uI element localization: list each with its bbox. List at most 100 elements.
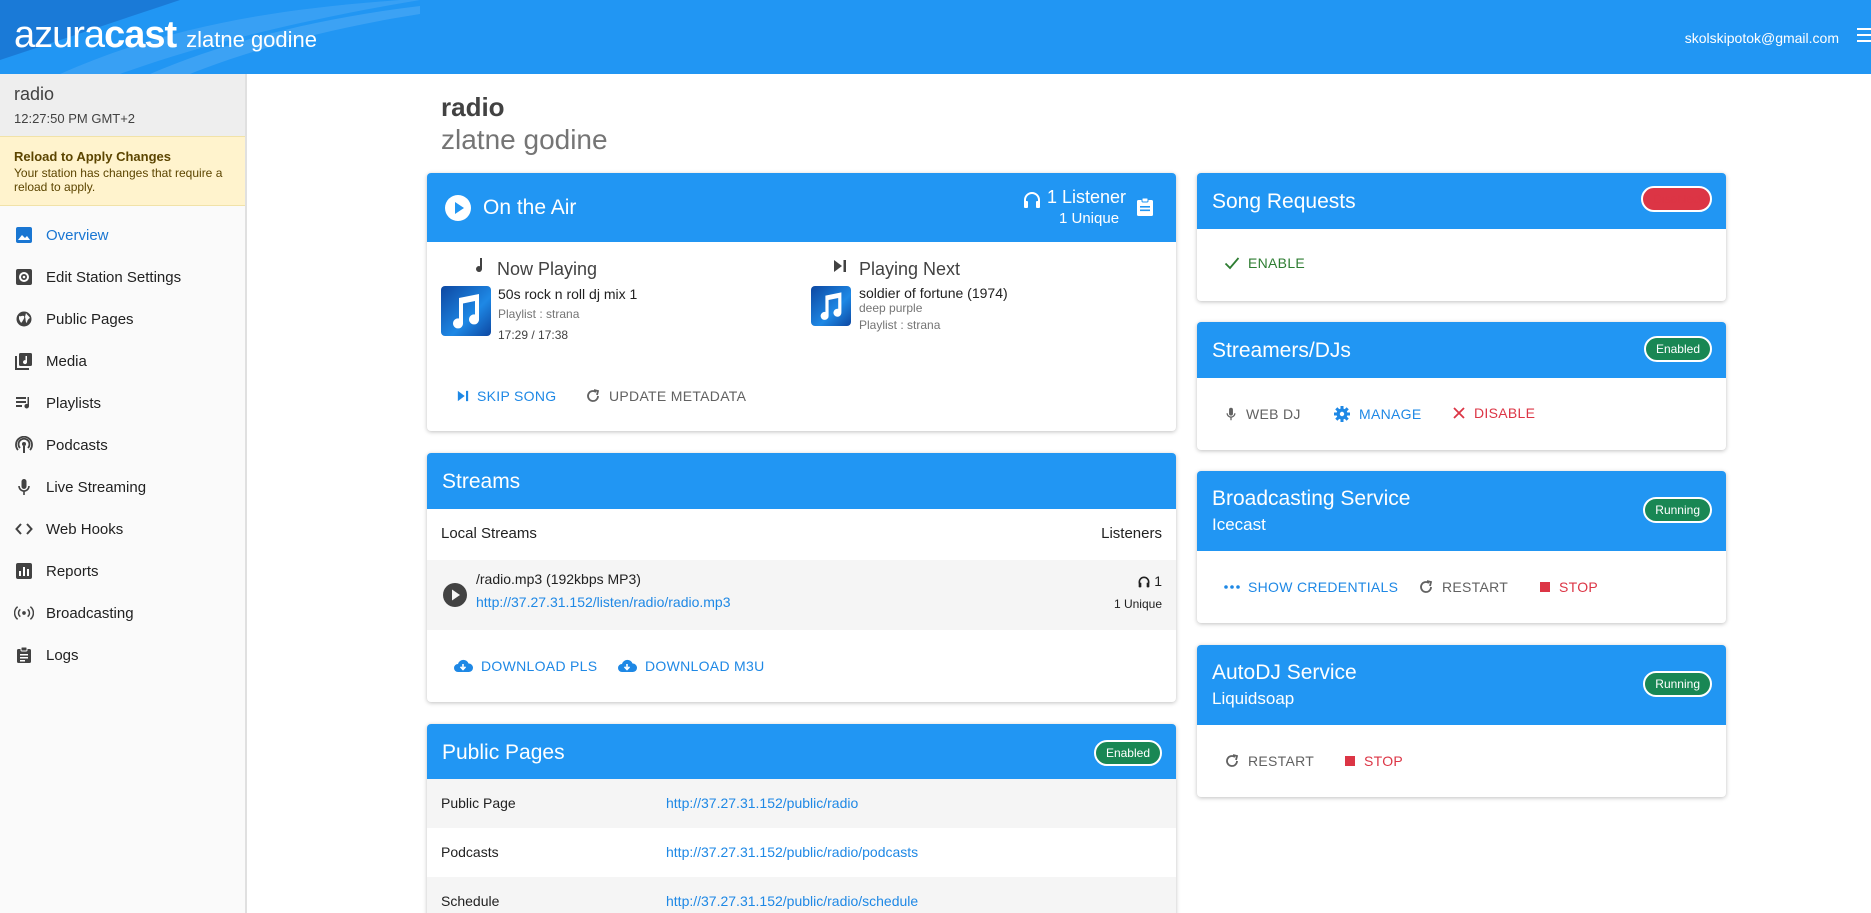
manage-label: MANAGE xyxy=(1359,406,1422,422)
sidebar-item-label: Public Pages xyxy=(46,310,134,328)
streams-title: Streams xyxy=(442,470,521,493)
broadcasting-status-badge: Running xyxy=(1643,497,1712,523)
brand[interactable]: azuracast zlatne godine xyxy=(14,14,317,57)
manage-streamers-button[interactable]: MANAGE xyxy=(1333,405,1421,423)
sidebar-item-broadcasting[interactable]: Broadcasting xyxy=(0,592,245,634)
disable-label: DISABLE xyxy=(1474,405,1536,421)
public-page-url-link[interactable]: http://37.27.31.152/public/radio xyxy=(666,795,858,811)
restart-broadcasting-button[interactable]: RESTART xyxy=(1418,579,1508,595)
globe-icon xyxy=(14,309,34,329)
public-pages-card: Public Pages Enabled Public Page http://… xyxy=(427,724,1176,913)
playing-next-playlist: Playlist : strana xyxy=(859,318,941,332)
play-circle-icon[interactable] xyxy=(445,195,471,221)
playing-next-artist: deep purple xyxy=(859,301,923,315)
top-navbar: azuracast zlatne godine skolskipotok@gma… xyxy=(0,0,1871,74)
autodj-service-title: AutoDJ Service xyxy=(1212,661,1357,684)
on-the-air-card: On the Air 1 Listener 1 Unique Now Playi… xyxy=(427,173,1176,431)
on-the-air-header: On the Air 1 Listener 1 Unique xyxy=(427,173,1176,242)
autodj-service-subtitle: Liquidsoap xyxy=(1212,689,1295,708)
local-streams-header: Local Streams xyxy=(441,525,537,542)
sidebar-item-label: Logs xyxy=(46,646,79,664)
streamers-header: Streamers/DJs Enabled xyxy=(1197,322,1726,378)
streamers-card: Streamers/DJs Enabled WEB DJ MANAGE DISA… xyxy=(1197,322,1726,450)
broadcasting-service-title: Broadcasting Service xyxy=(1212,487,1411,510)
listener-report-clipboard-icon[interactable] xyxy=(1136,197,1154,217)
sidebar-item-web-hooks[interactable]: Web Hooks xyxy=(0,508,245,550)
settings-box-icon xyxy=(14,267,34,287)
sidebar-item-label: Media xyxy=(46,352,87,370)
sidebar-item-label: Web Hooks xyxy=(46,520,124,538)
streams-header: Streams xyxy=(427,453,1176,509)
sidebar-item-label: Broadcasting xyxy=(46,604,134,622)
song-requests-header: Song Requests Disabled xyxy=(1197,173,1726,229)
on-the-air-title: On the Air xyxy=(483,196,577,219)
now-playing-album-art xyxy=(441,286,491,336)
schedule-url-link[interactable]: http://37.27.31.152/public/radio/schedul… xyxy=(666,893,918,909)
broadcast-icon xyxy=(14,603,34,623)
reload-notice[interactable]: Reload to Apply Changes Your station has… xyxy=(0,136,245,206)
restart-label: RESTART xyxy=(1248,753,1315,769)
public-pages-title: Public Pages xyxy=(442,741,565,764)
unique-listener-count: 1 Unique xyxy=(1059,210,1120,227)
download-pls-label: DOWNLOAD PLS xyxy=(481,658,598,674)
gear-icon xyxy=(1334,406,1350,422)
restart-autodj-button[interactable]: RESTART xyxy=(1224,753,1314,769)
web-dj-label: WEB DJ xyxy=(1246,406,1301,422)
stop-autodj-button[interactable]: STOP xyxy=(1344,753,1403,769)
song-requests-card: Song Requests Disabled ENABLE xyxy=(1197,173,1726,301)
sidebar-item-label: Reports xyxy=(46,562,99,580)
stream-row: /radio.mp3 (192kbps MP3) http://37.27.31… xyxy=(427,560,1176,630)
skip-song-button[interactable]: SKIP SONG xyxy=(457,388,556,404)
sidebar-item-live-streaming[interactable]: Live Streaming xyxy=(0,466,245,508)
podcasts-url-link[interactable]: http://37.27.31.152/public/radio/podcast… xyxy=(666,844,918,860)
mic-icon xyxy=(14,477,34,497)
sidebar-item-podcasts[interactable]: Podcasts xyxy=(0,424,245,466)
page-subtitle: zlatne godine xyxy=(441,124,608,155)
web-dj-button[interactable]: WEB DJ xyxy=(1224,405,1301,423)
hamburger-menu-icon[interactable] xyxy=(1857,28,1871,46)
podcast-icon xyxy=(14,435,34,455)
reload-notice-text: Your station has changes that require a … xyxy=(14,166,223,194)
skip-next-icon xyxy=(457,390,469,402)
sidebar-station-name: radio xyxy=(14,84,55,104)
show-credentials-button[interactable]: SHOW CREDENTIALS xyxy=(1224,579,1398,595)
sidebar-item-playlists[interactable]: Playlists xyxy=(0,382,245,424)
enable-label: ENABLE xyxy=(1248,255,1306,271)
enable-requests-button[interactable]: ENABLE xyxy=(1224,255,1305,271)
user-email[interactable]: skolskipotok@gmail.com xyxy=(1685,30,1839,46)
listeners-column-header: Listeners xyxy=(1101,525,1162,542)
table-row: Public Page http://37.27.31.152/public/r… xyxy=(427,779,1176,828)
skip-song-label: SKIP SONG xyxy=(477,388,557,404)
close-icon xyxy=(1453,407,1465,419)
sidebar-item-reports[interactable]: Reports xyxy=(0,550,245,592)
now-playing-playlist: Playlist : strana xyxy=(498,307,580,321)
download-pls-button[interactable]: DOWNLOAD PLS xyxy=(453,658,597,674)
public-pages-status-badge: Enabled xyxy=(1093,740,1162,766)
sidebar-nav: Overview Edit Station Settings Public Pa… xyxy=(0,206,245,676)
sidebar-item-public-pages[interactable]: Public Pages xyxy=(0,298,245,340)
update-metadata-button[interactable]: UPDATE METADATA xyxy=(585,388,746,404)
sidebar-item-edit-station-settings[interactable]: Edit Station Settings xyxy=(0,256,245,298)
stream-listener-count: 1 xyxy=(1154,573,1162,589)
music-note-icon xyxy=(476,258,483,273)
listener-count: 1 Listener xyxy=(1047,187,1127,207)
sidebar-item-media[interactable]: Media xyxy=(0,340,245,382)
sidebar: radio 12:27:50 PM GMT+2 Reload to Apply … xyxy=(0,74,247,913)
stop-broadcasting-button[interactable]: STOP xyxy=(1539,579,1598,595)
cloud-download-icon xyxy=(454,659,473,672)
disable-streamers-button[interactable]: DISABLE xyxy=(1452,405,1535,421)
stream-url-link[interactable]: http://37.27.31.152/listen/radio/radio.m… xyxy=(476,594,731,610)
sidebar-item-label: Podcasts xyxy=(46,436,108,454)
refresh-icon xyxy=(1420,580,1433,593)
autodj-status-badge: Running xyxy=(1643,671,1712,697)
play-stream-icon[interactable] xyxy=(443,583,467,607)
sidebar-item-logs[interactable]: Logs xyxy=(0,634,245,676)
public-page-row-label: Public Page xyxy=(441,795,516,811)
reload-notice-title[interactable]: Reload to Apply Changes xyxy=(14,149,231,164)
download-m3u-button[interactable]: DOWNLOAD M3U xyxy=(617,658,765,674)
sidebar-item-overview[interactable]: Overview xyxy=(0,214,245,256)
schedule-row-label: Schedule xyxy=(441,893,500,909)
stream-name: /radio.mp3 (192kbps MP3) xyxy=(476,571,641,587)
stop-label: STOP xyxy=(1559,579,1599,595)
sidebar-item-label: Playlists xyxy=(46,394,102,412)
